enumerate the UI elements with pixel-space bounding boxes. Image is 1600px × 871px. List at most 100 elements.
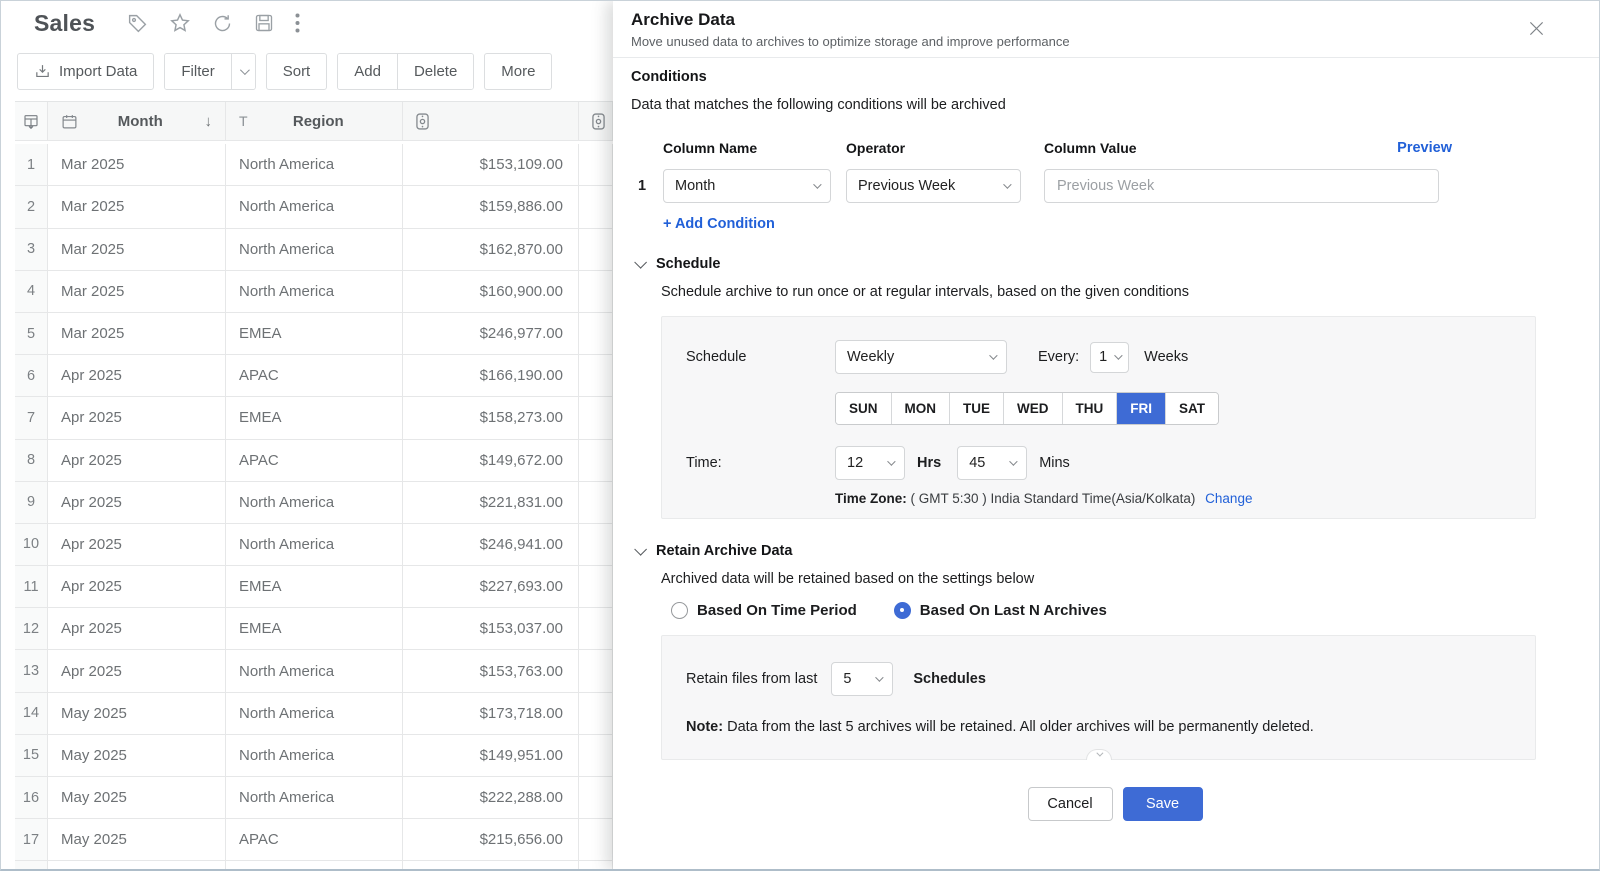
cell-month[interactable]: Apr 2025 bbox=[48, 566, 226, 608]
cell-revenue[interactable]: $160,900.00 bbox=[403, 271, 579, 313]
close-icon[interactable] bbox=[1524, 16, 1549, 41]
weekday-wed-button[interactable]: WED bbox=[1004, 393, 1063, 424]
cell-revenue[interactable]: $166,190.00 bbox=[403, 355, 579, 397]
cell-month[interactable]: Mar 2025 bbox=[48, 271, 226, 313]
cell-revenue[interactable]: $246,977.00 bbox=[403, 313, 579, 355]
cell-region[interactable]: North America bbox=[226, 186, 403, 228]
cell-extra[interactable] bbox=[579, 440, 613, 482]
cell-region[interactable]: North America bbox=[226, 650, 403, 692]
cell-month[interactable]: Mar 2025 bbox=[48, 144, 226, 186]
cell-revenue[interactable]: $162,870.00 bbox=[403, 229, 579, 271]
cell-region[interactable]: North America bbox=[226, 735, 403, 777]
cell-region[interactable]: North America bbox=[226, 482, 403, 524]
select-all-corner[interactable] bbox=[15, 102, 48, 141]
refresh-icon[interactable] bbox=[212, 13, 233, 34]
retain-option-based-on-last-n-archives[interactable]: Based On Last N Archives bbox=[894, 602, 1107, 619]
minutes-select[interactable]: 45 bbox=[957, 446, 1027, 480]
cell-month[interactable]: Mar 2025 bbox=[48, 186, 226, 228]
cell-revenue[interactable]: $153,763.00 bbox=[403, 650, 579, 692]
cell-extra[interactable] bbox=[579, 482, 613, 524]
more-button[interactable]: More bbox=[484, 53, 552, 90]
schedule-collapse-icon[interactable] bbox=[634, 256, 647, 269]
tag-icon[interactable] bbox=[127, 13, 148, 34]
cell-month[interactable]: Apr 2025 bbox=[48, 440, 226, 482]
cell-region[interactable]: EMEA bbox=[226, 566, 403, 608]
star-icon[interactable] bbox=[169, 12, 191, 34]
cell-revenue[interactable]: $158,273.00 bbox=[403, 397, 579, 439]
retain-option-based-on-time-period[interactable]: Based On Time Period bbox=[671, 602, 857, 619]
cell-revenue[interactable]: $222,288.00 bbox=[403, 777, 579, 819]
cell-extra[interactable] bbox=[579, 693, 613, 735]
cell-revenue[interactable]: $215,656.00 bbox=[403, 819, 579, 861]
cell-extra[interactable] bbox=[579, 566, 613, 608]
condition-column-select[interactable]: Month bbox=[663, 169, 831, 203]
weekday-sun-button[interactable]: SUN bbox=[836, 393, 892, 424]
hours-select[interactable]: 12 bbox=[835, 446, 905, 480]
cell-month[interactable]: May 2025 bbox=[48, 777, 226, 819]
scroll-down-indicator[interactable] bbox=[1086, 749, 1112, 760]
cell-month[interactable]: Apr 2025 bbox=[48, 397, 226, 439]
cell-region[interactable]: North America bbox=[226, 524, 403, 566]
column-header-month[interactable]: Month ↓ bbox=[48, 102, 226, 141]
delete-button[interactable]: Delete bbox=[397, 54, 473, 89]
cell-extra[interactable] bbox=[579, 608, 613, 650]
condition-operator-select[interactable]: Previous Week bbox=[846, 169, 1021, 203]
cell-revenue[interactable]: $227,693.00 bbox=[403, 566, 579, 608]
cell-extra[interactable] bbox=[579, 186, 613, 228]
import-data-button[interactable]: Import Data bbox=[17, 53, 154, 90]
cell-extra[interactable] bbox=[579, 313, 613, 355]
save-icon[interactable] bbox=[254, 13, 274, 33]
cell-month[interactable]: Apr 2025 bbox=[48, 608, 226, 650]
cell-region[interactable]: EMEA bbox=[226, 608, 403, 650]
cell-region[interactable]: North America bbox=[226, 777, 403, 819]
add-button[interactable]: Add bbox=[338, 54, 397, 89]
kebab-menu-icon[interactable] bbox=[295, 13, 300, 33]
cell-month[interactable]: Apr 2025 bbox=[48, 355, 226, 397]
cell-revenue[interactable]: $149,951.00 bbox=[403, 735, 579, 777]
weekday-mon-button[interactable]: MON bbox=[892, 393, 951, 424]
cell-month[interactable]: May 2025 bbox=[48, 819, 226, 861]
cell-revenue[interactable]: $246,941.00 bbox=[403, 524, 579, 566]
cell-region[interactable]: EMEA bbox=[226, 397, 403, 439]
retain-collapse-icon[interactable] bbox=[634, 543, 647, 556]
save-button[interactable]: Save bbox=[1123, 787, 1203, 821]
cell-revenue[interactable]: $221,831.00 bbox=[403, 482, 579, 524]
cell-extra[interactable] bbox=[579, 735, 613, 777]
every-select[interactable]: 1 bbox=[1090, 342, 1129, 373]
cell-extra[interactable] bbox=[579, 271, 613, 313]
cell-revenue[interactable]: $173,718.00 bbox=[403, 693, 579, 735]
cell-region[interactable]: North America bbox=[226, 693, 403, 735]
cell-month[interactable]: Apr 2025 bbox=[48, 482, 226, 524]
table-cell[interactable] bbox=[226, 861, 403, 870]
cell-revenue[interactable]: $159,886.00 bbox=[403, 186, 579, 228]
weekday-sat-button[interactable]: SAT bbox=[1166, 393, 1218, 424]
cell-region[interactable]: North America bbox=[226, 229, 403, 271]
cell-month[interactable]: Apr 2025 bbox=[48, 524, 226, 566]
filter-button[interactable]: Filter bbox=[165, 54, 230, 89]
cell-extra[interactable] bbox=[579, 524, 613, 566]
cell-month[interactable]: May 2025 bbox=[48, 693, 226, 735]
cell-month[interactable]: Mar 2025 bbox=[48, 313, 226, 355]
condition-value-input[interactable] bbox=[1044, 169, 1439, 203]
column-header-revenue[interactable] bbox=[403, 102, 579, 141]
cell-region[interactable]: EMEA bbox=[226, 313, 403, 355]
cell-extra[interactable] bbox=[579, 777, 613, 819]
cell-revenue[interactable]: $153,109.00 bbox=[403, 144, 579, 186]
cell-extra[interactable] bbox=[579, 397, 613, 439]
column-header-extra[interactable] bbox=[579, 102, 613, 141]
add-condition-link[interactable]: + Add Condition bbox=[663, 216, 775, 232]
cell-region[interactable]: APAC bbox=[226, 819, 403, 861]
timezone-change-link[interactable]: Change bbox=[1205, 491, 1252, 506]
sort-desc-icon[interactable]: ↓ bbox=[205, 113, 213, 130]
cell-region[interactable]: APAC bbox=[226, 440, 403, 482]
cell-month[interactable]: May 2025 bbox=[48, 735, 226, 777]
cancel-button[interactable]: Cancel bbox=[1028, 787, 1113, 821]
cell-revenue[interactable]: $153,037.00 bbox=[403, 608, 579, 650]
table-cell[interactable] bbox=[579, 861, 613, 870]
cell-region[interactable]: North America bbox=[226, 271, 403, 313]
cell-extra[interactable] bbox=[579, 355, 613, 397]
cell-region[interactable]: APAC bbox=[226, 355, 403, 397]
weekday-thu-button[interactable]: THU bbox=[1063, 393, 1118, 424]
weekday-tue-button[interactable]: TUE bbox=[950, 393, 1004, 424]
cell-region[interactable]: North America bbox=[226, 144, 403, 186]
